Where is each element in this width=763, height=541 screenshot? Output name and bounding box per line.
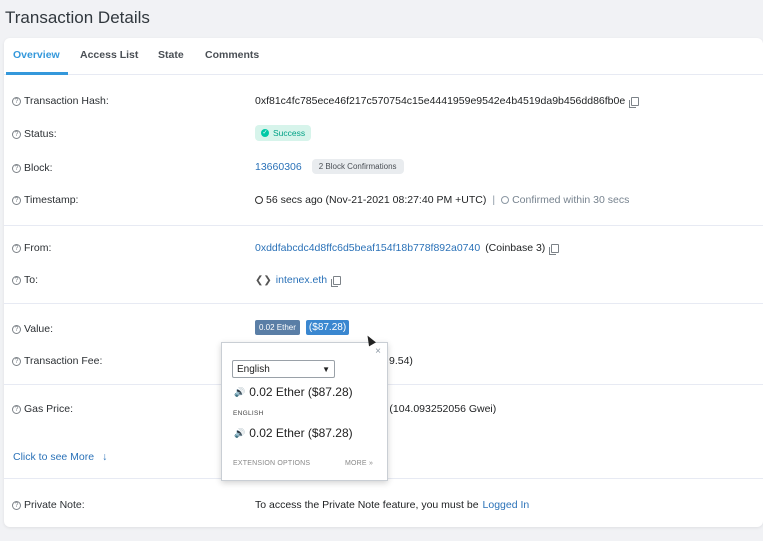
status-text: Success: [273, 128, 306, 138]
confirmations-badge: 2 Block Confirmations: [311, 159, 404, 174]
check-circle-icon: ✓: [261, 129, 269, 137]
question-icon: ?: [12, 500, 21, 510]
from-label: From:: [24, 242, 52, 254]
extension-options-link[interactable]: EXTENSION OPTIONS: [233, 460, 310, 467]
note-label: Private Note:: [24, 499, 85, 511]
value-label: Value:: [24, 323, 53, 335]
gas-value-row: r (104.093252056 Gwei): [383, 403, 496, 415]
gas-label-row: ? Gas Price:: [12, 403, 73, 415]
note-value-row: To access the Private Note feature, you …: [255, 499, 529, 511]
block-value-row: 13660306 2 Block Confirmations: [255, 159, 404, 174]
question-icon: ?: [12, 275, 21, 285]
arrow-down-icon[interactable]: ↓: [102, 451, 107, 463]
timestamp-separator: |: [492, 194, 496, 206]
fee-label-row: ? Transaction Fee:: [12, 355, 102, 367]
note-text: To access the Private Note feature, you …: [255, 499, 479, 511]
fee-label: Transaction Fee:: [24, 355, 103, 367]
close-icon[interactable]: ×: [375, 346, 381, 357]
to-address-link[interactable]: intenex.eth: [276, 274, 327, 286]
to-label: To:: [24, 274, 39, 286]
block-label: Block:: [24, 162, 53, 174]
more-link[interactable]: MORE »: [345, 460, 373, 467]
gas-label: Gas Price:: [24, 403, 74, 415]
tab-overview[interactable]: Overview: [13, 49, 60, 61]
hash-label-row: ? Transaction Hash:: [12, 95, 109, 107]
translation-line-2: 🔊 0.02 Ether ($87.28): [234, 426, 353, 440]
hash-label: Transaction Hash:: [24, 95, 109, 107]
tab-comments[interactable]: Comments: [205, 49, 259, 61]
timestamp-value: 56 secs ago (Nov-21-2021 08:27:40 PM +UT…: [266, 194, 487, 206]
value-ether-selected: 0.02 Ether: [255, 320, 300, 335]
language-label: ENGLISH: [233, 410, 264, 417]
translation-text-1: 0.02 Ether ($87.28): [249, 385, 353, 399]
translation-popup: × English ▼ 🔊 0.02 Ether ($87.28) ENGLIS…: [221, 342, 388, 481]
clock-icon: [255, 196, 263, 204]
status-value-row: ✓ Success: [255, 125, 312, 141]
from-label-row: ? From:: [12, 242, 51, 254]
question-icon: ?: [12, 356, 21, 366]
tab-bar: Overview Access List State Comments: [4, 38, 763, 75]
translation-text-2: 0.02 Ether ($87.28): [249, 426, 353, 440]
timestamp-label: Timestamp:: [24, 194, 79, 206]
page-title: Transaction Details: [5, 8, 150, 27]
copy-icon[interactable]: [331, 275, 342, 287]
hash-value: 0xf81c4fc785ece46f217c570754c15e4441959e…: [255, 95, 626, 107]
see-more-link[interactable]: Click to see More: [13, 451, 94, 463]
value-usd-selected: ($87.28): [305, 320, 350, 335]
question-icon: ?: [12, 129, 21, 139]
value-value-row: 0.02 Ether ($87.28): [255, 320, 350, 335]
speaker-icon[interactable]: 🔊: [234, 428, 245, 439]
block-label-row: ? Block:: [12, 162, 53, 174]
see-more-row[interactable]: Click to see More ↓: [13, 451, 107, 463]
note-label-row: ? Private Note:: [12, 499, 85, 511]
tab-access-list[interactable]: Access List: [80, 49, 138, 61]
active-tab-indicator: [6, 72, 68, 75]
status-label: Status:: [24, 128, 57, 140]
question-icon: ?: [12, 96, 21, 106]
copy-icon[interactable]: [629, 96, 640, 108]
language-select[interactable]: English ▼: [232, 360, 335, 378]
fee-value-row: 9.54): [389, 355, 413, 367]
from-name: (Coinbase 3): [485, 242, 546, 254]
block-number-link[interactable]: 13660306: [255, 161, 302, 173]
question-icon: ?: [12, 324, 21, 334]
language-selected: English: [237, 363, 270, 375]
timestamp-label-row: ? Timestamp:: [12, 194, 78, 206]
divider: [4, 303, 763, 304]
question-icon: ?: [12, 404, 21, 414]
question-icon: ?: [12, 195, 21, 205]
translation-line-1: 🔊 0.02 Ether ($87.28): [234, 385, 353, 399]
status-label-row: ? Status:: [12, 128, 57, 140]
contract-icon: ❮❯: [255, 274, 272, 286]
speaker-icon[interactable]: 🔊: [234, 387, 245, 398]
logged-in-link[interactable]: Logged In: [483, 499, 530, 511]
timestamp-value-row: 56 secs ago (Nov-21-2021 08:27:40 PM +UT…: [255, 194, 629, 206]
fee-value-partial: 9.54): [389, 355, 413, 367]
tab-state[interactable]: State: [158, 49, 184, 61]
divider: [4, 225, 763, 226]
from-address-link[interactable]: 0xddfabcdc4d8ffc6d5beaf154f18b778f892a07…: [255, 242, 480, 254]
confirmed-within: Confirmed within 30 secs: [512, 194, 630, 206]
to-value-row: ❮❯ intenex.eth: [255, 274, 342, 287]
copy-icon[interactable]: [549, 243, 560, 255]
question-icon: ?: [12, 163, 21, 173]
timer-icon: [501, 196, 510, 204]
gas-value-partial: r (104.093252056 Gwei): [383, 403, 497, 415]
to-label-row: ? To:: [12, 274, 38, 286]
hash-value-row: 0xf81c4fc785ece46f217c570754c15e4441959e…: [255, 95, 640, 108]
question-icon: ?: [12, 243, 21, 253]
from-value-row: 0xddfabcdc4d8ffc6d5beaf154f18b778f892a07…: [255, 242, 560, 255]
value-label-row: ? Value:: [12, 323, 53, 335]
chevron-down-icon: ▼: [322, 364, 330, 374]
status-badge: ✓ Success: [255, 125, 312, 141]
